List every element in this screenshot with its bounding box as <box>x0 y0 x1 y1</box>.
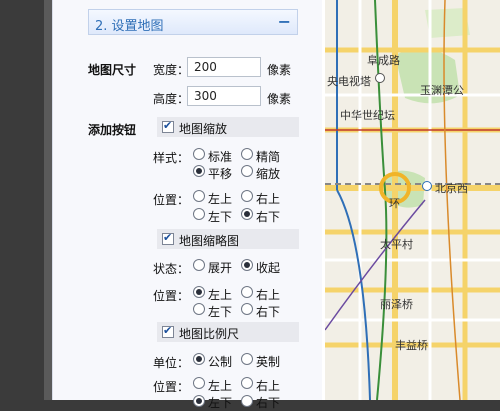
map-label: 太平村 <box>380 238 413 251</box>
zoom-control-label: 地图缩放 <box>179 122 228 136</box>
scale-control-checkbox[interactable]: ✔ <box>162 324 174 338</box>
zoom-pos-tr-text: 右上 <box>256 192 281 206</box>
scale-pos-tr-radio[interactable] <box>241 377 253 389</box>
width-input[interactable] <box>187 57 261 77</box>
width-unit: 像素 <box>267 63 292 77</box>
map-label: 丰益桥 <box>395 339 428 352</box>
height-label: 高度： <box>153 92 190 106</box>
zoom-position-label: 位置： <box>153 193 190 207</box>
zoom-control-checkbox[interactable]: ✔ <box>162 119 174 133</box>
map-label: 环 <box>389 197 400 210</box>
window-left-background <box>0 0 44 400</box>
zoom-pos-br-radio[interactable] <box>241 208 253 220</box>
selected-dot <box>196 168 202 174</box>
checkmark-icon: ✔ <box>163 119 173 132</box>
overview-pos-tl-radio[interactable] <box>193 286 205 298</box>
overview-pos-bl-radio[interactable] <box>193 303 205 315</box>
scale-unit-imperial-text: 英制 <box>256 355 281 369</box>
overview-position-label: 位置： <box>153 289 190 303</box>
map-label: 央电视塔 <box>327 75 371 88</box>
selected-dot <box>196 289 202 295</box>
zoom-style-zoom-text: 缩放 <box>256 167 281 181</box>
scale-unit-metric-text: 公制 <box>208 355 233 369</box>
zoom-pos-bl-text: 左下 <box>208 210 233 224</box>
map-label: 北京西 <box>435 182 468 195</box>
map-preview[interactable]: 阜成路 央电视塔 玉渊潭公 中华世纪坛 北京西 环 太平村 丽泽桥 丰益桥 <box>325 0 500 400</box>
selected-dot <box>244 262 250 268</box>
zoom-style-zoom-radio[interactable] <box>241 165 253 177</box>
overview-state-expand-text: 展开 <box>208 261 233 275</box>
scale-pos-bl-text: 左下 <box>208 396 233 410</box>
zoom-style-compact-text: 精简 <box>256 150 281 164</box>
window-border <box>44 0 52 400</box>
poi-icon <box>375 73 385 83</box>
add-button-label: 添加按钮 <box>88 123 137 137</box>
scale-pos-bl-radio[interactable] <box>193 395 205 407</box>
scale-pos-br-text: 右下 <box>256 396 281 410</box>
scale-unit-metric-radio[interactable] <box>193 353 205 365</box>
scale-pos-tl-radio[interactable] <box>193 377 205 389</box>
map-label: 阜成路 <box>367 54 400 67</box>
section-title: 2. 设置地图 <box>95 19 164 34</box>
height-input[interactable] <box>187 86 261 106</box>
overview-state-collapse-text: 收起 <box>256 261 281 275</box>
section-header[interactable]: 2. 设置地图 − <box>88 9 298 35</box>
checkmark-icon: ✔ <box>163 324 173 337</box>
zoom-pos-tl-radio[interactable] <box>193 190 205 202</box>
zoom-pos-bl-radio[interactable] <box>193 208 205 220</box>
zoom-style-pan-radio[interactable] <box>193 165 205 177</box>
scale-control-label: 地图比例尺 <box>179 327 240 341</box>
overview-control-label: 地图缩略图 <box>179 234 240 248</box>
selected-dot <box>196 398 202 404</box>
zoom-style-pan-text: 平移 <box>208 167 233 181</box>
collapse-icon[interactable]: − <box>278 12 291 31</box>
map-size-label: 地图尺寸 <box>88 63 137 77</box>
overview-pos-br-text: 右下 <box>256 305 281 319</box>
scale-pos-tl-text: 左上 <box>208 379 233 393</box>
overview-pos-bl-text: 左下 <box>208 305 233 319</box>
zoom-style-label: 样式： <box>153 151 190 165</box>
height-unit: 像素 <box>267 92 292 106</box>
overview-pos-tr-text: 右上 <box>256 288 281 302</box>
map-label: 中华世纪坛 <box>340 109 395 122</box>
overview-state-collapse-radio[interactable] <box>241 259 253 271</box>
scale-pos-tr-text: 右上 <box>256 379 281 393</box>
overview-state-label: 状态： <box>153 262 190 276</box>
map-label: 玉渊潭公 <box>420 84 464 97</box>
scale-unit-label: 单位： <box>153 356 190 370</box>
map-label: 丽泽桥 <box>380 298 413 311</box>
checkmark-icon: ✔ <box>163 231 173 244</box>
overview-pos-tr-radio[interactable] <box>241 286 253 298</box>
scale-unit-imperial-radio[interactable] <box>241 353 253 365</box>
zoom-pos-tl-text: 左上 <box>208 192 233 206</box>
overview-state-expand-radio[interactable] <box>193 259 205 271</box>
overview-pos-br-radio[interactable] <box>241 303 253 315</box>
zoom-pos-br-text: 右下 <box>256 210 281 224</box>
railway-station-icon <box>422 181 432 191</box>
zoom-style-compact-radio[interactable] <box>241 148 253 160</box>
zoom-pos-tr-radio[interactable] <box>241 190 253 202</box>
scale-position-label: 位置： <box>153 380 190 394</box>
zoom-style-standard-text: 标准 <box>208 150 233 164</box>
selected-dot <box>196 356 202 362</box>
width-label: 宽度： <box>153 63 190 77</box>
overview-pos-tl-text: 左上 <box>208 288 233 302</box>
zoom-style-standard-radio[interactable] <box>193 148 205 160</box>
selected-dot <box>244 211 250 217</box>
scale-pos-br-radio[interactable] <box>241 395 253 407</box>
overview-control-checkbox[interactable]: ✔ <box>162 231 174 245</box>
